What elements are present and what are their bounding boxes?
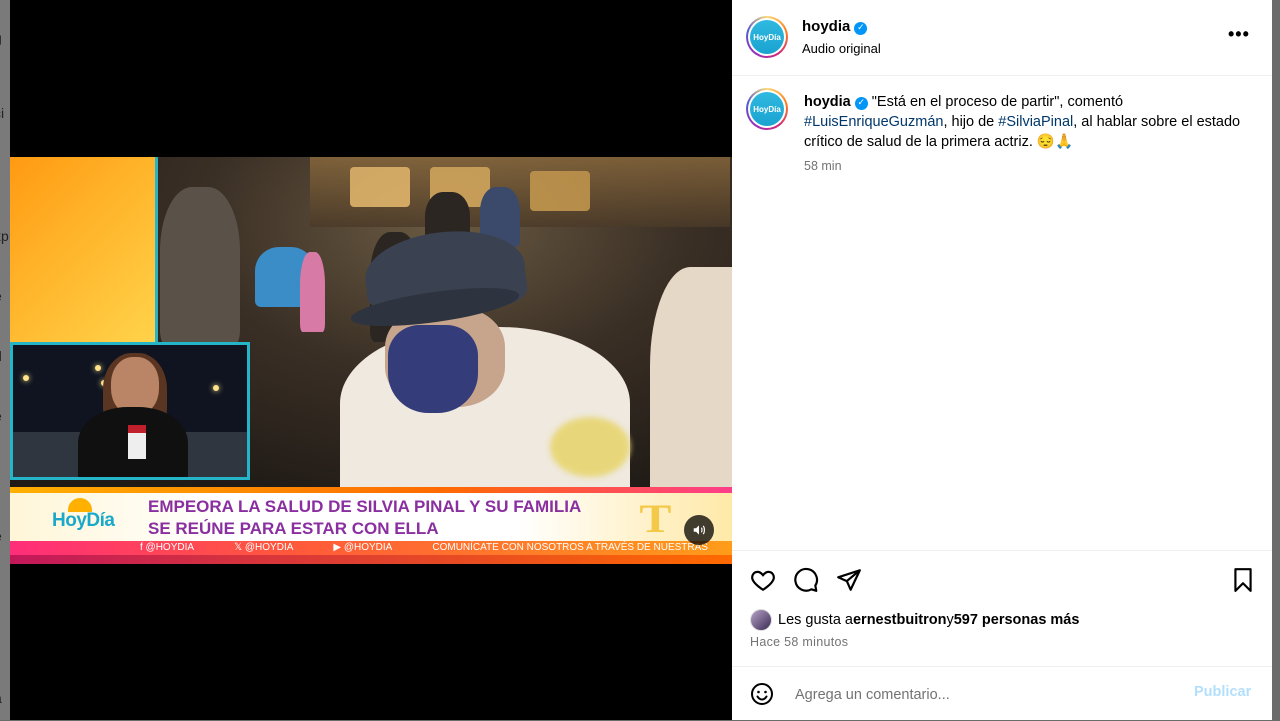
post-timestamp[interactable]: Hace 58 minutos: [750, 635, 848, 649]
hoydia-logo: HoyDía: [40, 498, 150, 538]
likes-summary[interactable]: Les gusta a ernestbuitron y 597 personas…: [750, 609, 1079, 631]
post-header: HoyDía hoydia ✓ Audio original •••: [732, 0, 1272, 76]
caption-avatar[interactable]: HoyDía: [746, 88, 788, 130]
liker-avatar[interactable]: [750, 609, 772, 631]
liker-username[interactable]: ernestbuitron: [853, 612, 946, 628]
caption-username[interactable]: hoydia: [804, 94, 851, 110]
news-ticker: f @HOYDIA 𝕏 @HOYDIA ▶ @HOYDIA COMUNÍCATE CO…: [10, 541, 732, 555]
caption-area: HoyDía hoydia ✓ "Está en el proceso de pa…: [732, 75, 1272, 550]
post-actions: Les gusta a ernestbuitron y 597 personas…: [732, 550, 1272, 667]
hashtag-link[interactable]: #LuisEnriqueGuzmán: [804, 114, 943, 130]
background-page-edge: [1272, 0, 1280, 720]
verified-badge-icon: ✓: [854, 22, 868, 35]
caption-text: hoydia ✓ "Está en el proceso de partir", …: [804, 94, 1241, 150]
heart-icon[interactable]: [750, 567, 778, 595]
network-logo: T: [639, 496, 672, 541]
audio-label[interactable]: Audio original: [802, 41, 881, 56]
orange-graphic-panel: [10, 157, 158, 342]
account-avatar[interactable]: HoyDía: [746, 16, 788, 58]
comment-icon[interactable]: [793, 567, 821, 595]
media-viewer: HoyDía EMPEORA LA SALUD DE SILVIA PINAL …: [10, 0, 732, 720]
news-lower-third: HoyDía EMPEORA LA SALUD DE SILVIA PINAL …: [10, 487, 732, 564]
video-player[interactable]: HoyDía EMPEORA LA SALUD DE SILVIA PINAL …: [10, 157, 732, 564]
bookmark-icon[interactable]: [1230, 567, 1258, 595]
publish-button[interactable]: Publicar: [1194, 684, 1251, 700]
account-username[interactable]: hoydia: [802, 18, 850, 35]
caption-timestamp[interactable]: 58 min: [804, 159, 842, 173]
verified-badge-icon: ✓: [854, 97, 868, 110]
news-headline: EMPEORA LA SALUD DE SILVIA PINAL Y SU FA…: [148, 497, 581, 538]
more-options-icon[interactable]: •••: [1228, 24, 1250, 45]
background-page: gcitxpedereá: [0, 0, 10, 720]
comment-composer: Publicar: [732, 666, 1272, 721]
send-icon[interactable]: [836, 567, 864, 595]
comment-input[interactable]: [793, 681, 1177, 709]
speaker-icon[interactable]: [684, 515, 714, 545]
reporter-inset: [10, 342, 250, 480]
emoji-icon[interactable]: [750, 682, 774, 706]
likes-count[interactable]: 597 personas más: [954, 612, 1080, 628]
post-detail-panel: HoyDía hoydia ✓ Audio original ••• HoyDía…: [732, 0, 1273, 720]
hashtag-link[interactable]: #SilviaPinal: [998, 114, 1073, 130]
